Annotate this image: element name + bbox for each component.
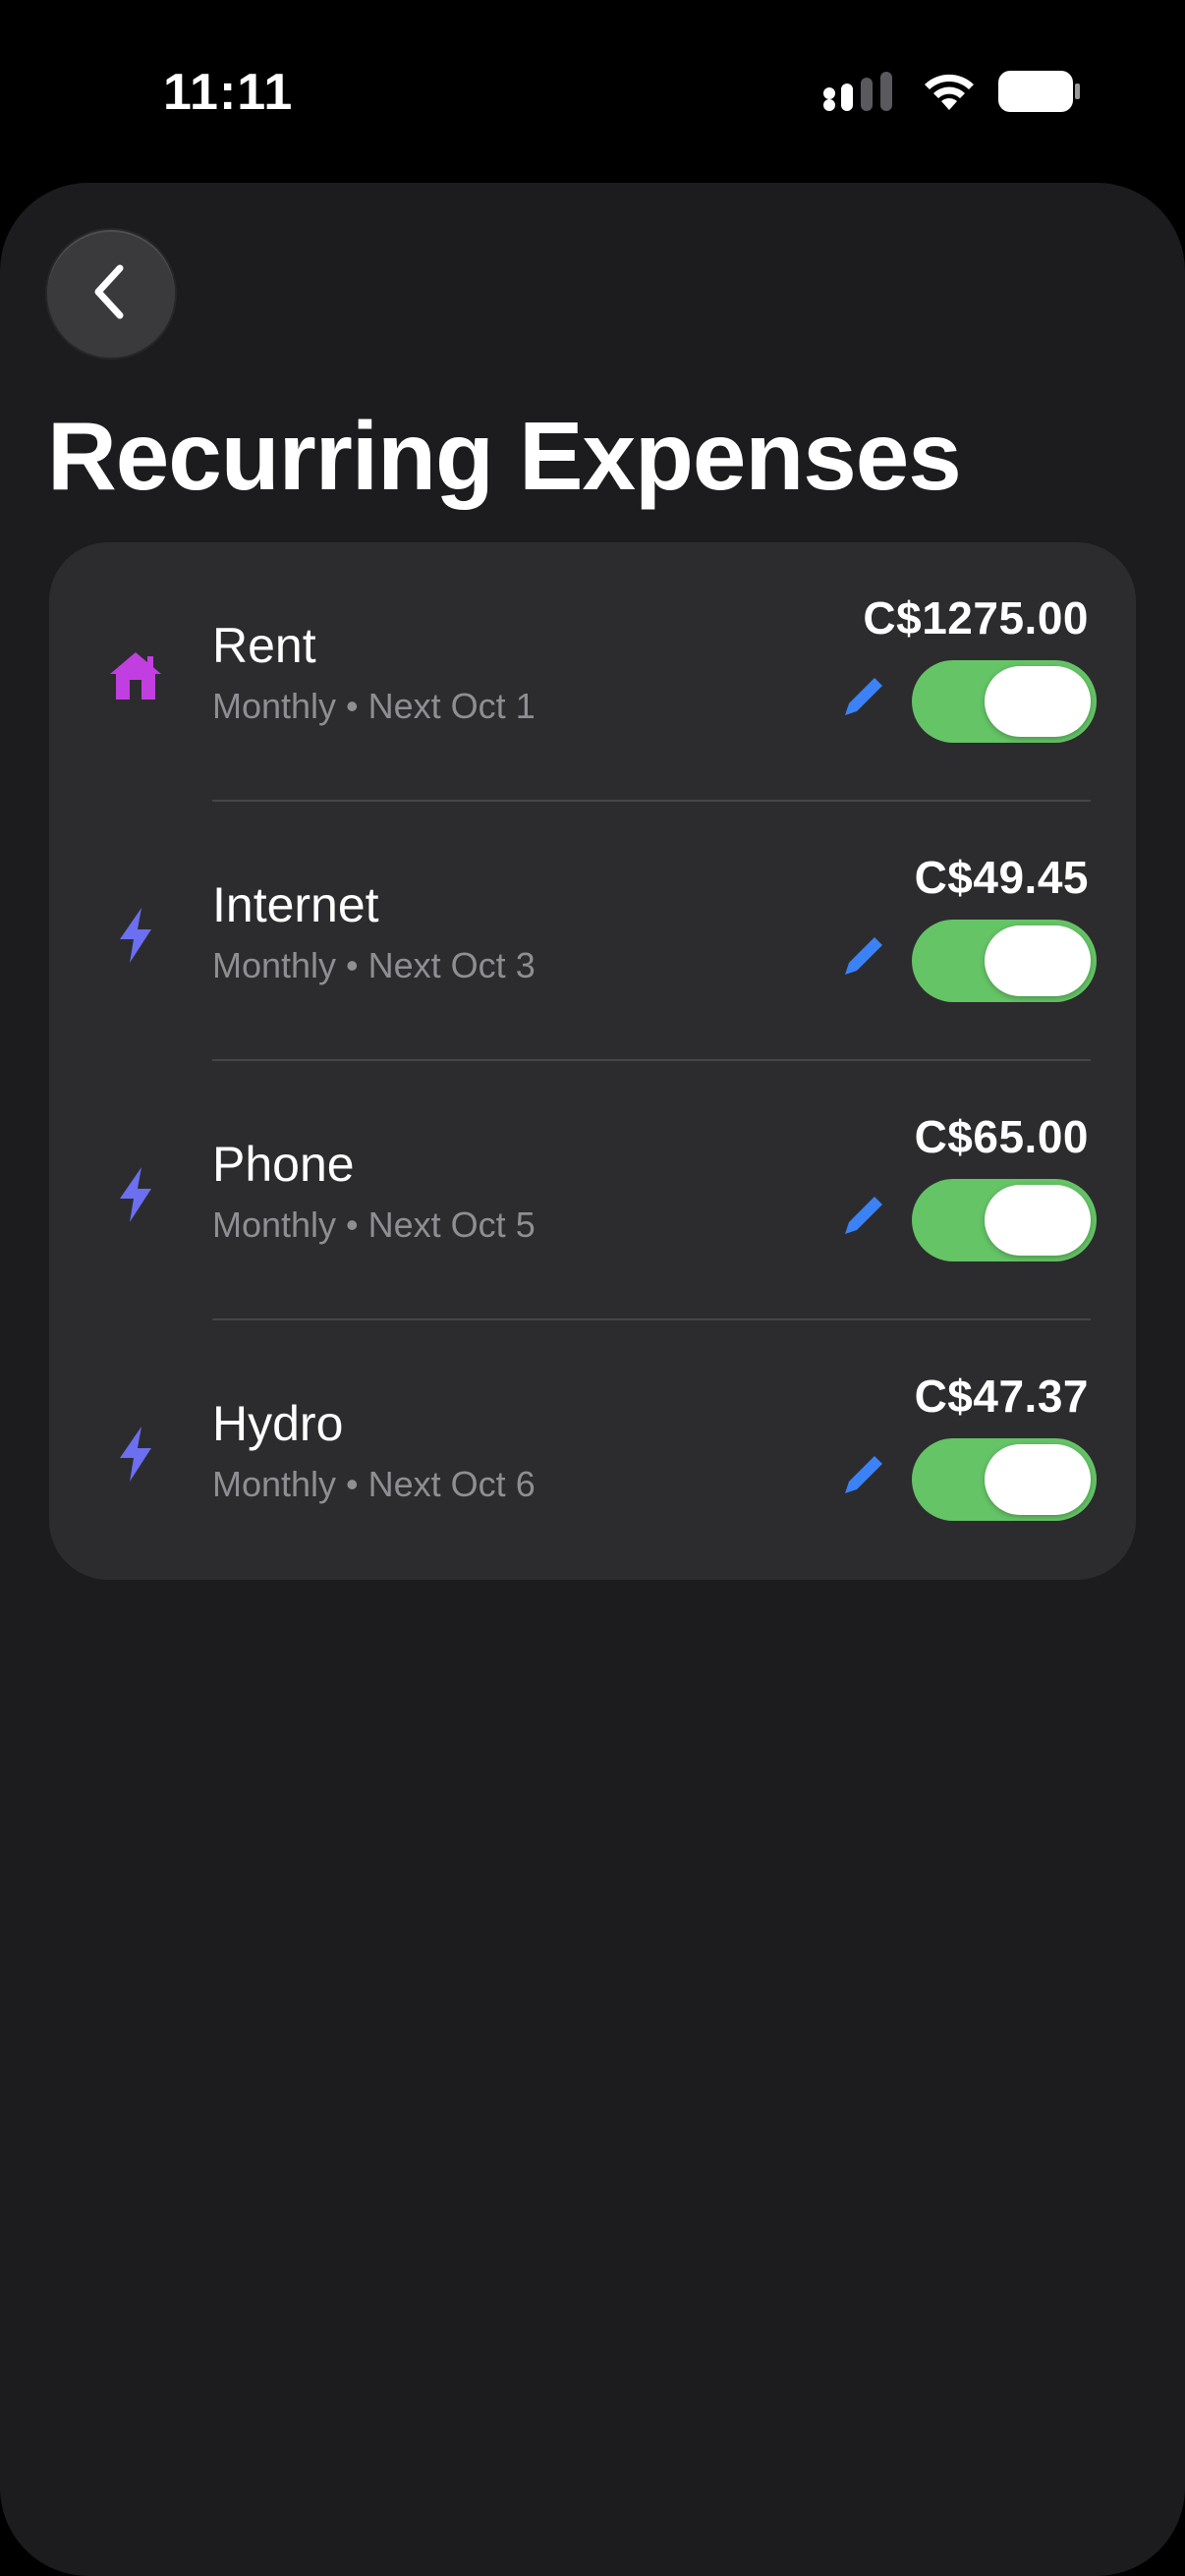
expense-schedule: Monthly • Next Oct 5 (212, 1204, 536, 1245)
bolt-icon (104, 1423, 167, 1485)
home-icon (104, 644, 167, 707)
expense-amount: C$49.45 (914, 852, 1089, 903)
bolt-icon (104, 1163, 167, 1226)
battery-icon (998, 71, 1081, 117)
chevron-left-icon (86, 262, 136, 326)
expense-name: Rent (212, 618, 316, 673)
wifi-icon (922, 71, 977, 117)
expense-row-internet[interactable]: Internet Monthly • Next Oct 3 C$49.45 (49, 802, 1136, 1061)
pencil-icon (839, 1193, 886, 1245)
toggle-knob (985, 1444, 1091, 1515)
edit-button[interactable] (835, 1191, 890, 1246)
status-bar: 11:11 (0, 0, 1185, 182)
status-time: 11:11 (163, 64, 294, 121)
pencil-icon (839, 933, 886, 985)
toggle-knob (985, 666, 1091, 737)
enabled-toggle[interactable] (912, 920, 1097, 1002)
sheet: Recurring Expenses Rent Monthly • Next O… (0, 183, 1185, 2576)
expense-schedule: Monthly • Next Oct 3 (212, 945, 536, 985)
enabled-toggle[interactable] (912, 1179, 1097, 1261)
enabled-toggle[interactable] (912, 660, 1097, 743)
expense-amount: C$65.00 (914, 1111, 1089, 1162)
expense-amount: C$47.37 (914, 1371, 1089, 1422)
back-button[interactable] (47, 230, 175, 358)
toggle-knob (985, 1185, 1091, 1256)
expense-schedule: Monthly • Next Oct 1 (212, 686, 536, 726)
edit-button[interactable] (835, 931, 890, 986)
expense-name: Hydro (212, 1396, 344, 1451)
expense-name: Phone (212, 1137, 355, 1192)
expense-amount: C$1275.00 (863, 592, 1089, 644)
edit-button[interactable] (835, 672, 890, 727)
expense-row-hydro[interactable]: Hydro Monthly • Next Oct 6 C$47.37 (49, 1320, 1136, 1580)
expense-schedule: Monthly • Next Oct 6 (212, 1464, 536, 1504)
expense-row-phone[interactable]: Phone Monthly • Next Oct 5 C$65.00 (49, 1061, 1136, 1320)
enabled-toggle[interactable] (912, 1438, 1097, 1521)
expense-name: Internet (212, 877, 379, 932)
page-title: Recurring Expenses (47, 402, 962, 510)
expenses-card: Rent Monthly • Next Oct 1 C$1275.00 Inte… (49, 542, 1136, 1580)
screen: 11:11 Recurring Expenses Rent Monthly • … (0, 0, 1185, 2576)
pencil-icon (839, 1452, 886, 1504)
expense-row-rent[interactable]: Rent Monthly • Next Oct 1 C$1275.00 (49, 542, 1136, 802)
toggle-knob (985, 925, 1091, 996)
cellular-signal-icon (821, 72, 900, 116)
edit-button[interactable] (835, 1450, 890, 1505)
bolt-icon (104, 904, 167, 967)
pencil-icon (839, 674, 886, 726)
status-icons (821, 71, 1081, 117)
